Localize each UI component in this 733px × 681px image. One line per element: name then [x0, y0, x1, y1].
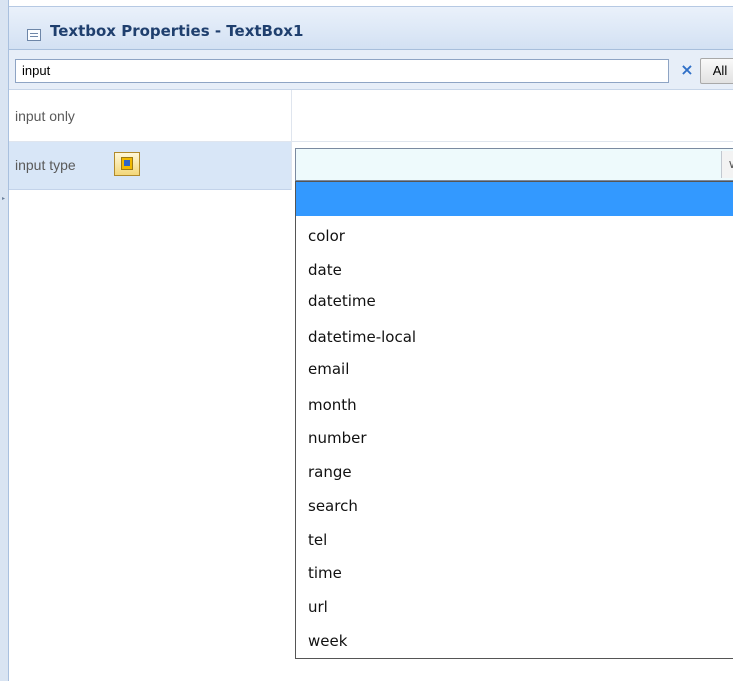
dropdown-option[interactable]: email [308, 359, 349, 379]
window-title: Textbox Properties - TextBox1 [50, 22, 304, 40]
property-label: input type [15, 157, 76, 173]
input-type-dropdown-list: color date datetime datetime-local email… [295, 181, 733, 659]
all-button[interactable]: All [700, 58, 733, 84]
property-row-input-type[interactable]: input type [9, 142, 291, 190]
left-border-grip-icon: ▸ [2, 195, 6, 202]
dropdown-option[interactable]: url [308, 597, 328, 617]
property-editor-icon[interactable] [114, 152, 140, 176]
dropdown-option[interactable]: number [308, 428, 367, 448]
dropdown-option[interactable]: color [308, 226, 345, 246]
dropdown-option[interactable]: week [308, 631, 347, 651]
dropdown-option[interactable]: date [308, 260, 342, 280]
input-type-select[interactable]: ∨ [295, 148, 733, 181]
dropdown-option-selected[interactable] [296, 182, 733, 216]
left-border [0, 0, 9, 681]
property-row-input-only[interactable]: input only [9, 90, 733, 142]
property-label: input only [15, 108, 75, 124]
dropdown-option[interactable]: time [308, 563, 342, 583]
column-divider [291, 90, 292, 190]
dropdown-option[interactable]: month [308, 395, 357, 415]
clear-search-icon[interactable]: × [679, 62, 695, 78]
dropdown-option[interactable]: range [308, 462, 352, 482]
dropdown-option[interactable]: search [308, 496, 358, 516]
chevron-down-icon[interactable]: ∨ [721, 151, 733, 178]
title-bar: Textbox Properties - TextBox1 [9, 6, 733, 50]
dropdown-option[interactable]: datetime [308, 291, 376, 311]
search-input[interactable]: input [15, 59, 669, 83]
dropdown-option[interactable]: tel [308, 530, 327, 550]
dropdown-option[interactable]: datetime-local [308, 327, 416, 347]
properties-panel: Textbox Properties - TextBox1 input × Al… [9, 0, 733, 681]
search-row: input × All [9, 50, 733, 90]
properties-window-icon [27, 29, 41, 41]
